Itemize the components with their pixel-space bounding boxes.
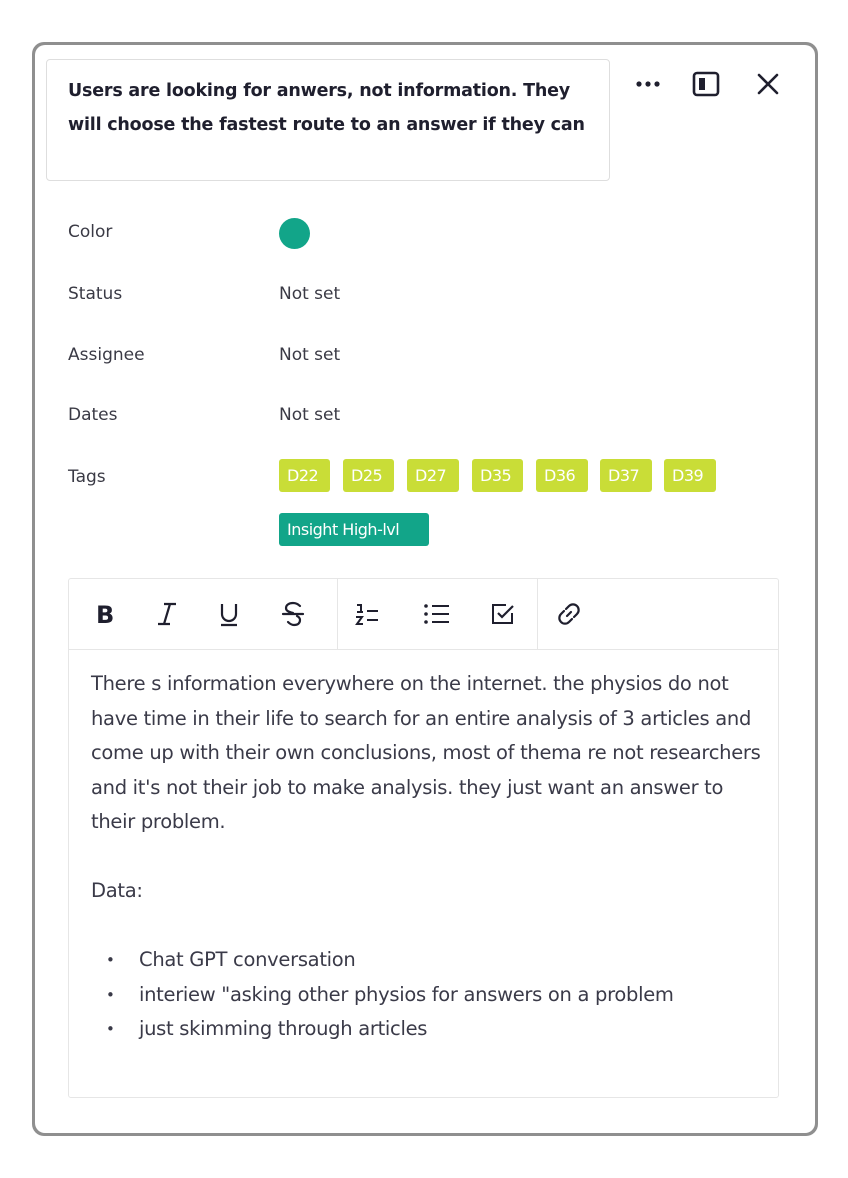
underline-icon xyxy=(220,604,238,627)
bullet-list-button[interactable] xyxy=(407,579,467,649)
dates-value[interactable]: Not set xyxy=(279,405,340,425)
underline-button[interactable] xyxy=(199,579,259,649)
data-heading: Data: xyxy=(91,879,143,902)
card-frame: Users are looking for anwers, not inform… xyxy=(32,42,818,1136)
more-options-button[interactable] xyxy=(631,67,665,101)
tag-insight-high-lvl[interactable]: Insight High-lvl xyxy=(279,513,429,546)
list-item: Chat GPT conversation xyxy=(91,943,761,978)
assignee-label: Assignee xyxy=(68,345,145,365)
tag-d22[interactable]: D22 xyxy=(279,459,330,492)
tag-d36[interactable]: D36 xyxy=(536,459,588,492)
formatting-toolbar: B xyxy=(69,579,778,650)
side-panel-icon xyxy=(692,71,720,97)
list-item: just skimming through articles xyxy=(91,1012,761,1047)
strikethrough-icon xyxy=(281,601,305,627)
checklist-button[interactable] xyxy=(473,579,533,649)
editor-blank-line xyxy=(91,840,761,875)
tag-d27[interactable]: D27 xyxy=(407,459,459,492)
strikethrough-button[interactable] xyxy=(263,579,323,649)
editor-content[interactable]: There s information everywhere on the in… xyxy=(91,667,761,1047)
tags-label: Tags xyxy=(68,467,106,487)
link-icon xyxy=(558,603,580,625)
ordered-list-button[interactable] xyxy=(337,579,397,649)
status-value[interactable]: Not set xyxy=(279,284,340,304)
tag-d25[interactable]: D25 xyxy=(343,459,394,492)
status-label: Status xyxy=(68,284,123,304)
assignee-value[interactable]: Not set xyxy=(279,345,340,365)
tag-d37[interactable]: D37 xyxy=(600,459,652,492)
card-title-input[interactable]: Users are looking for anwers, not inform… xyxy=(46,59,610,181)
close-button[interactable] xyxy=(751,67,785,101)
tag-d35[interactable]: D35 xyxy=(472,459,523,492)
ordered-list-icon xyxy=(355,604,378,625)
bullet-list-icon xyxy=(424,604,449,624)
bold-icon: B xyxy=(96,601,114,627)
color-swatch[interactable] xyxy=(279,218,310,249)
card-panel: Users are looking for anwers, not inform… xyxy=(35,45,815,1133)
list-item: interiew "asking other physios for answe… xyxy=(91,978,761,1013)
dates-label: Dates xyxy=(68,405,118,425)
italic-button[interactable] xyxy=(137,579,197,649)
close-icon xyxy=(757,73,779,95)
svg-text:B: B xyxy=(96,601,114,627)
editor-paragraph: There s information everywhere on the in… xyxy=(91,672,761,833)
tag-d39[interactable]: D39 xyxy=(664,459,716,492)
color-label: Color xyxy=(68,222,113,242)
rich-text-editor: B There s information everywhere on the … xyxy=(68,578,779,1098)
italic-icon xyxy=(158,602,176,626)
toggle-side-panel-button[interactable] xyxy=(689,67,723,101)
more-horizontal-icon xyxy=(636,81,660,87)
bullet-list: Chat GPT conversation interiew "asking o… xyxy=(91,943,761,1047)
link-button[interactable] xyxy=(539,579,599,649)
checkbox-icon xyxy=(492,604,514,624)
bold-button[interactable]: B xyxy=(75,579,135,649)
editor-blank-line xyxy=(91,909,761,944)
toolbar-divider xyxy=(537,579,538,649)
